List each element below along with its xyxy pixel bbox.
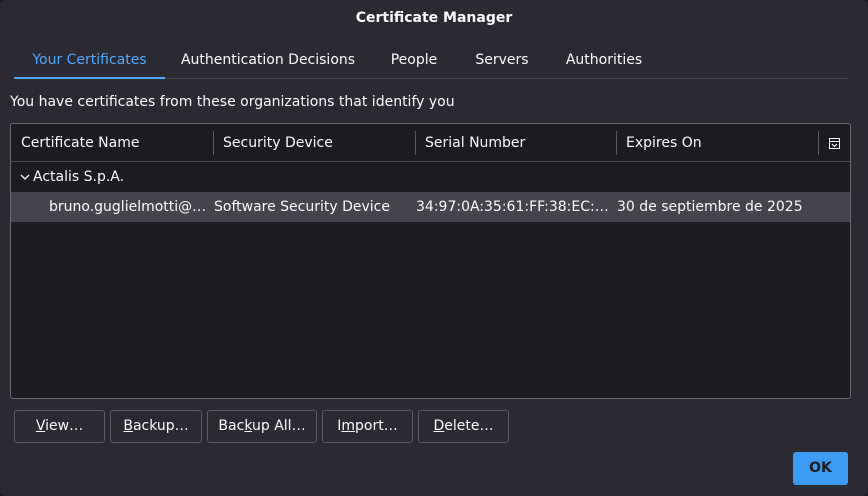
delete-button[interactable]: Delete… xyxy=(418,410,509,443)
dialog-title: Certificate Manager xyxy=(355,10,513,26)
view-button-accesskey: V xyxy=(35,418,46,434)
group-name: Actalis S.p.A. xyxy=(33,169,125,185)
cell-certificate-name: bruno.guglielmotti@… xyxy=(49,199,207,215)
view-button[interactable]: View… xyxy=(14,410,105,443)
backup-button[interactable]: Backup… xyxy=(110,410,202,443)
table-row[interactable]: bruno.guglielmotti@… Software Security D… xyxy=(11,192,850,222)
description-text: You have certificates from these organiz… xyxy=(10,94,455,110)
tab-people[interactable]: People xyxy=(380,44,448,79)
backup-all-button-label-pre: Bac xyxy=(218,418,245,434)
delete-button-label-post: elete… xyxy=(444,418,494,434)
cell-security-device: Software Security Device xyxy=(214,199,390,215)
import-button-label-post: port… xyxy=(355,418,398,434)
tab-authorities[interactable]: Authorities xyxy=(554,44,654,79)
cell-serial-number: 34:97:0A:35:61:FF:38:EC:8A… xyxy=(416,199,612,215)
tab-your-certificates[interactable]: Your Certificates xyxy=(14,44,165,79)
backup-button-label-post: ackup… xyxy=(132,418,189,434)
view-button-label-post: iew… xyxy=(45,418,84,434)
import-button-accesskey: m xyxy=(341,418,356,434)
certificate-tree[interactable]: Certificate Name Security Device Serial … xyxy=(10,123,851,399)
tab-servers[interactable]: Servers xyxy=(466,44,538,79)
ok-button[interactable]: OK xyxy=(793,452,848,485)
certificate-manager-dialog: Certificate Manager Your Certificates Au… xyxy=(0,0,868,496)
delete-button-accesskey: D xyxy=(433,418,445,434)
backup-all-button[interactable]: Backup All… xyxy=(207,410,317,443)
cell-expires-on: 30 de septiembre de 2025 xyxy=(617,199,803,215)
column-header-serial-number[interactable]: Serial Number xyxy=(415,124,616,162)
backup-all-button-accesskey: k xyxy=(244,418,252,434)
tab-authentication-decisions[interactable]: Authentication Decisions xyxy=(176,44,360,79)
column-header-expires-on[interactable]: Expires On xyxy=(616,124,817,162)
backup-button-accesskey: B xyxy=(123,418,133,434)
import-button[interactable]: Import… xyxy=(322,410,413,443)
tree-group-row[interactable]: Actalis S.p.A. xyxy=(11,162,850,192)
backup-all-button-label-post: up All… xyxy=(252,418,306,434)
column-header-security-device[interactable]: Security Device xyxy=(213,124,415,162)
column-picker-icon[interactable] xyxy=(818,124,850,162)
tab-bar: Your Certificates Authentication Decisio… xyxy=(14,44,848,79)
chevron-down-icon[interactable] xyxy=(18,162,32,192)
table-header: Certificate Name Security Device Serial … xyxy=(11,124,850,162)
column-header-certificate-name[interactable]: Certificate Name xyxy=(11,124,213,162)
